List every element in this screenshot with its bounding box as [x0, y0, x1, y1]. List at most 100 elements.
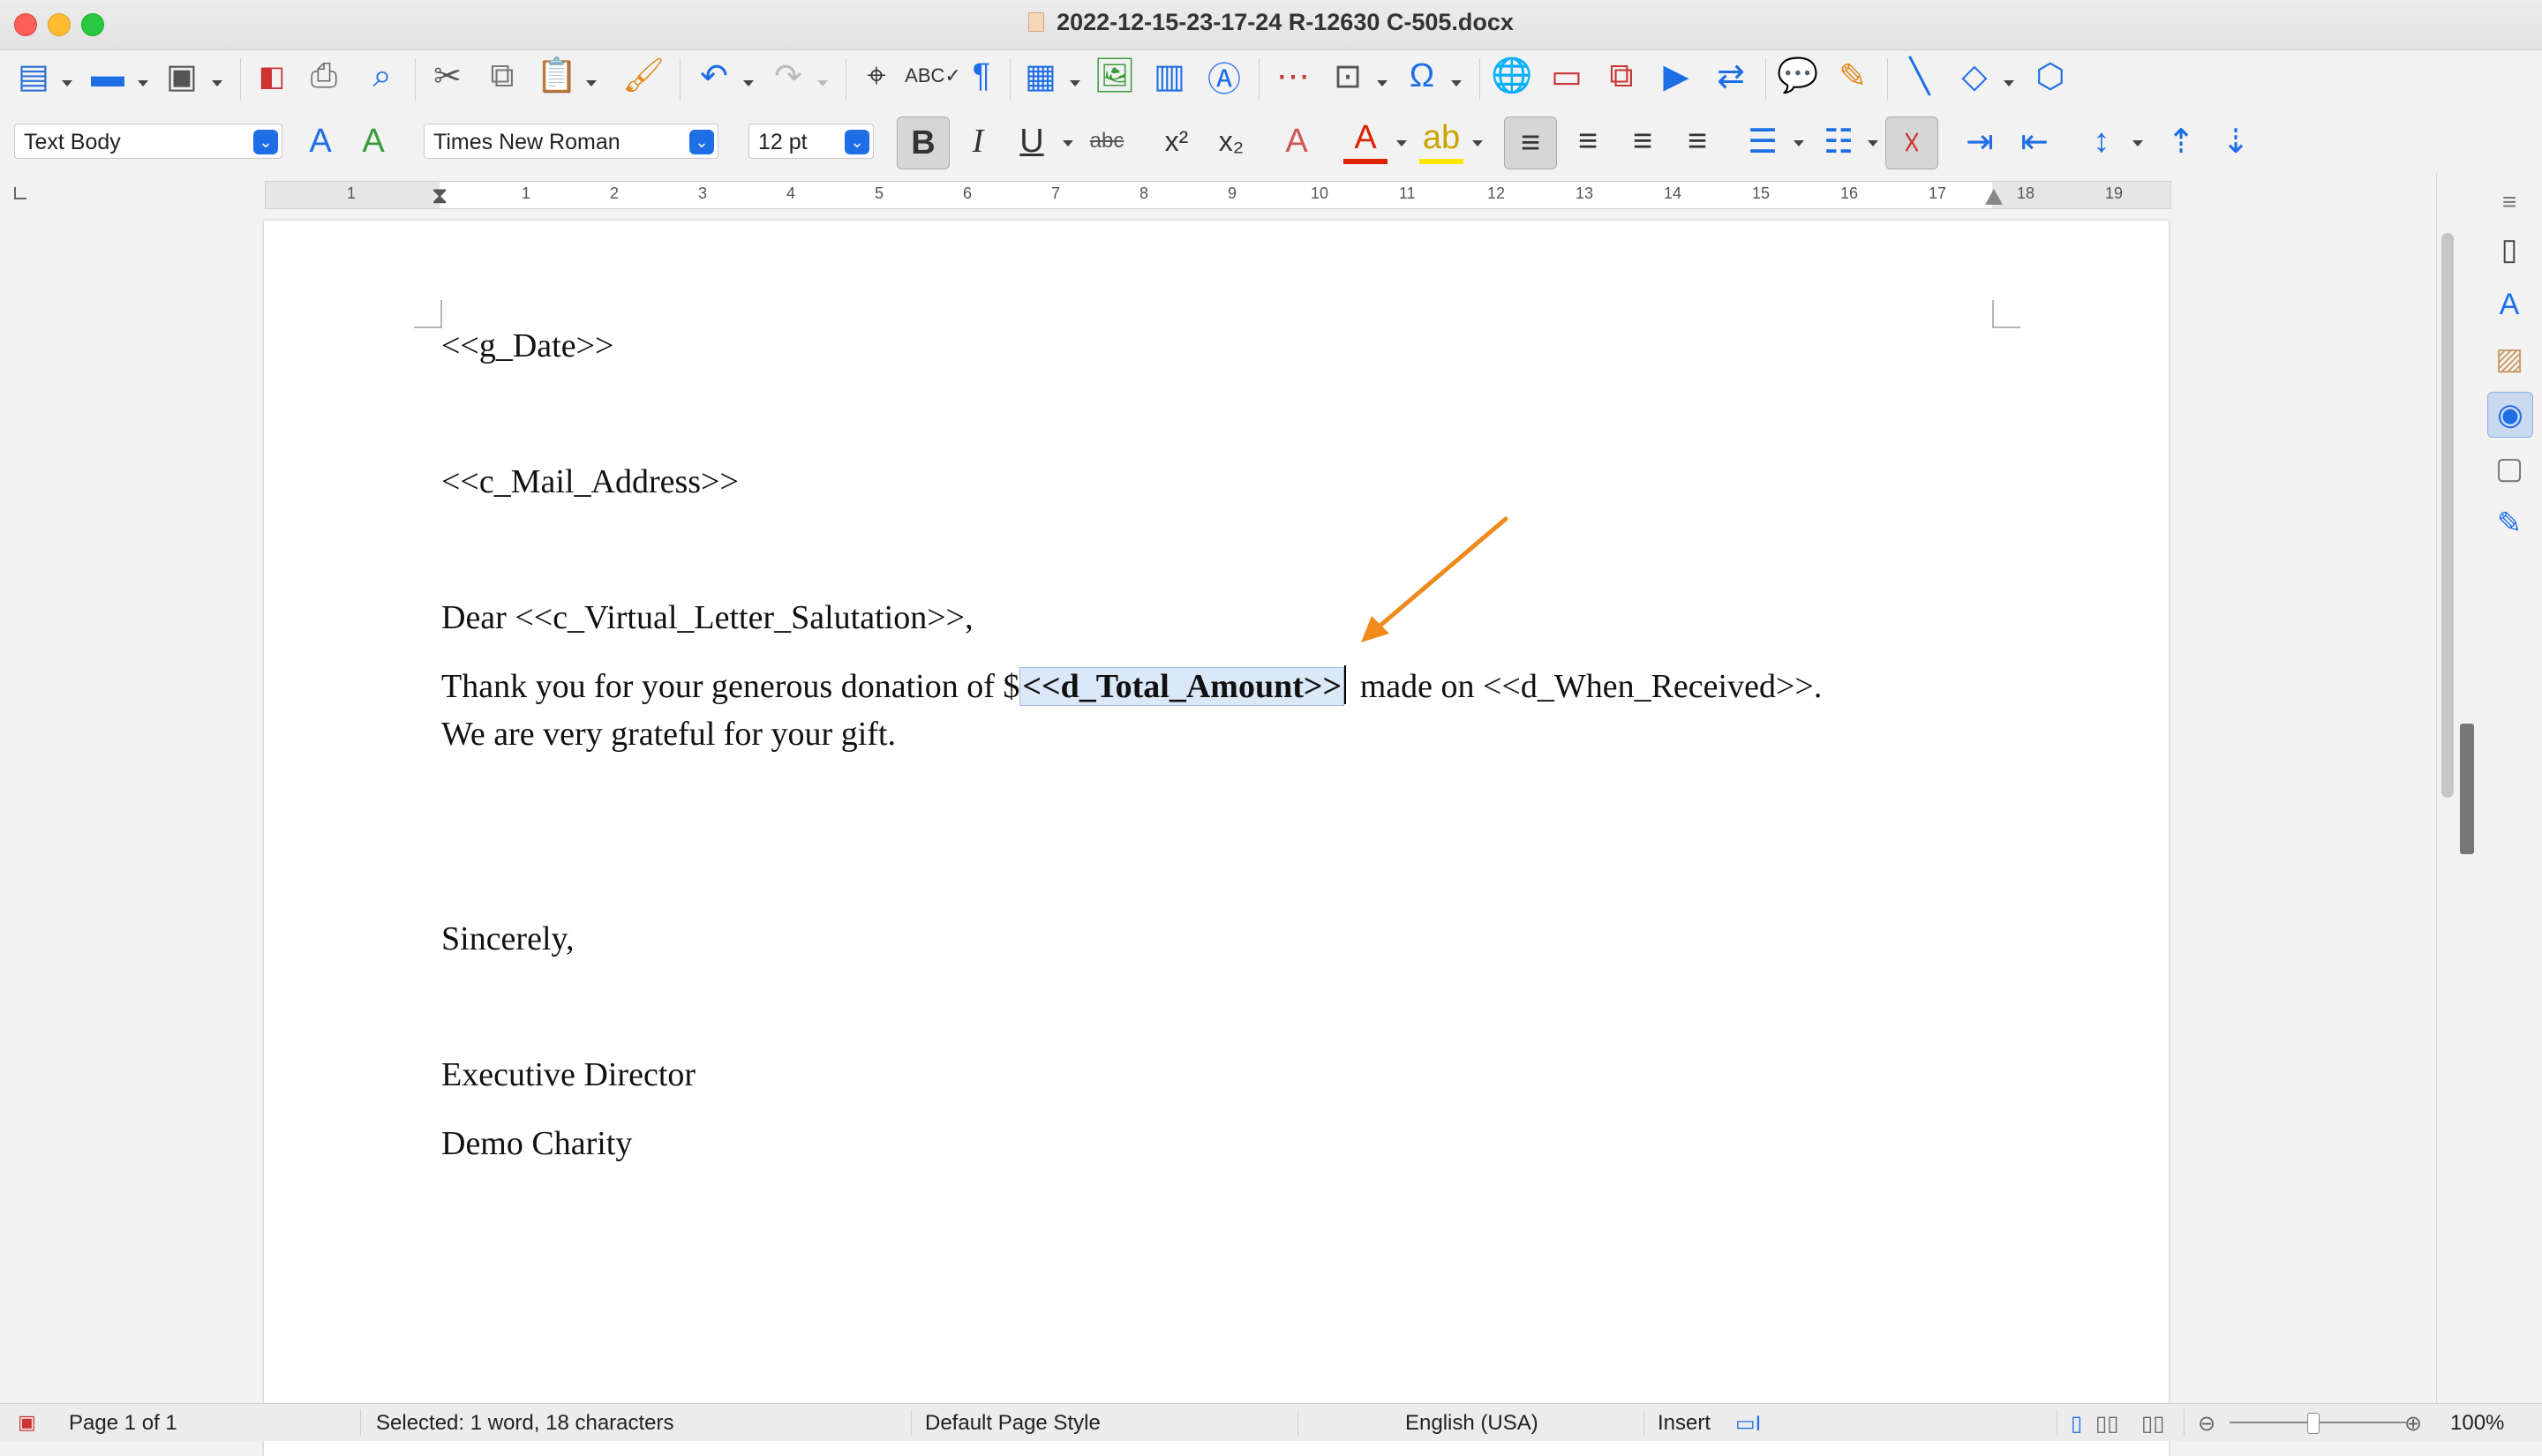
field-dropdown-arrow[interactable] — [1377, 80, 1388, 86]
paste-icon[interactable]: 📋 — [536, 51, 577, 101]
chevron-down-icon[interactable]: ⌄ — [253, 130, 278, 154]
sidebar-collapse-handle[interactable] — [2460, 724, 2474, 854]
highlight-dropdown-arrow[interactable] — [1472, 140, 1483, 146]
redo-icon[interactable]: ↷ — [768, 51, 808, 101]
insert-image-icon[interactable]: 🖼 — [1094, 51, 1136, 101]
new-document-icon[interactable]: ▤ — [16, 51, 51, 101]
date-field-line[interactable]: <<g_Date>> — [441, 326, 613, 365]
copy-icon[interactable]: ⧉ — [482, 51, 523, 101]
open-dropdown-arrow[interactable] — [138, 80, 148, 86]
align-left-button[interactable]: ≡ — [1504, 116, 1557, 169]
selected-total-amount-field[interactable]: <<d_Total_Amount>> — [1019, 667, 1345, 706]
page-break-icon[interactable]: ⋯ — [1273, 51, 1313, 101]
cut-icon[interactable]: ✂ — [427, 51, 468, 101]
font-name-select[interactable]: Times New Roman ⌄ — [424, 124, 718, 159]
italic-button[interactable]: I — [960, 116, 996, 166]
book-view-icon[interactable]: ▯▯ — [2141, 1411, 2164, 1437]
decrease-indent-button[interactable]: ⇤ — [2012, 116, 2057, 166]
increase-paragraph-spacing-button[interactable]: ⇡ — [2159, 116, 2203, 166]
insert-line-icon[interactable]: ╲ — [1899, 51, 1940, 101]
subscript-button[interactable]: x₂ — [1211, 116, 1252, 166]
footnote-icon[interactable]: ▭ — [1546, 51, 1587, 101]
unordered-list-dropdown-arrow[interactable] — [1794, 140, 1804, 146]
bold-button[interactable]: B — [897, 116, 950, 169]
right-indent-marker[interactable] — [1985, 189, 2003, 205]
track-changes-icon[interactable]: ✎ — [1832, 51, 1873, 101]
increase-indent-button[interactable]: ⇥ — [1958, 116, 2002, 166]
page-icon[interactable]: ▢ — [2487, 447, 2531, 491]
align-center-button[interactable]: ≡ — [1566, 116, 1610, 166]
properties-icon[interactable]: ▯ — [2487, 228, 2531, 272]
draw-functions-icon[interactable]: ⬡ — [2030, 51, 2071, 101]
page-count-status[interactable]: Page 1 of 1 — [69, 1411, 177, 1436]
left-indent-marker[interactable]: ⧗ — [432, 184, 447, 206]
horizontal-ruler[interactable]: 1 1 2 3 4 5 6 7 8 9 10 11 12 13 14 15 16… — [265, 181, 2171, 209]
undo-dropdown-arrow[interactable] — [743, 80, 754, 86]
insert-table-icon[interactable]: ▦ — [1020, 51, 1061, 101]
decrease-paragraph-spacing-button[interactable]: ⇣ — [2214, 116, 2258, 166]
new-style-icon[interactable]: A — [351, 116, 395, 166]
zoom-level-status[interactable]: 100% — [2450, 1411, 2504, 1436]
insert-chart-icon[interactable]: ▥ — [1149, 51, 1190, 101]
styles-icon[interactable]: A — [2487, 282, 2531, 326]
gallery-icon[interactable]: ▨ — [2487, 337, 2531, 381]
hyperlink-icon[interactable]: 🌐 — [1491, 51, 1532, 101]
find-replace-icon[interactable]: ⌖ — [856, 51, 897, 101]
multi-page-view-icon[interactable]: ▯▯ — [2095, 1411, 2118, 1437]
paste-dropdown-arrow[interactable] — [586, 80, 597, 86]
formatting-marks-icon[interactable]: ¶ — [964, 51, 999, 101]
print-icon[interactable]: ⎙ — [304, 51, 344, 101]
document-page[interactable] — [264, 221, 2169, 1456]
insert-field-icon[interactable]: ⊡ — [1327, 51, 1368, 101]
cross-reference-icon[interactable]: ⇄ — [1711, 51, 1751, 101]
undo-icon[interactable]: ↶ — [694, 51, 734, 101]
table-dropdown-arrow[interactable] — [1070, 80, 1080, 86]
closing-line[interactable]: Sincerely, — [441, 919, 575, 958]
update-style-icon[interactable]: A — [298, 116, 342, 166]
insert-text-box-icon[interactable]: Ⓐ — [1204, 51, 1245, 101]
tab-stop-type-icon[interactable] — [14, 187, 26, 199]
insert-mode-status[interactable]: Insert — [1658, 1411, 1711, 1436]
endnote-icon[interactable]: ⧉ — [1601, 51, 1642, 101]
zoom-in-icon[interactable]: ⊕ — [2404, 1411, 2422, 1437]
basic-shapes-icon[interactable]: ◇ — [1954, 51, 1995, 101]
zoom-slider-handle[interactable] — [2307, 1413, 2320, 1434]
chevron-down-icon[interactable]: ⌄ — [845, 130, 869, 154]
highlight-color-button[interactable]: ab — [1419, 116, 1463, 164]
clear-formatting-icon[interactable]: A — [1276, 116, 1317, 166]
paragraph-style-select[interactable]: Text Body ⌄ — [14, 124, 282, 159]
line-spacing-button[interactable]: ↕ — [2079, 116, 2124, 166]
style-inspector-icon[interactable]: ✎ — [2487, 501, 2531, 545]
document-modified-icon[interactable]: ▣ — [18, 1411, 36, 1434]
clone-formatting-icon[interactable]: 🖌 — [622, 51, 665, 101]
gratitude-line[interactable]: We are very grateful for your gift. — [441, 715, 896, 754]
font-color-dropdown-arrow[interactable] — [1396, 140, 1407, 146]
shapes-dropdown-arrow[interactable] — [2004, 80, 2014, 86]
ordered-list-button[interactable]: ☷ — [1816, 116, 1861, 166]
font-color-button[interactable]: A — [1343, 116, 1388, 164]
align-right-button[interactable]: ≡ — [1621, 116, 1665, 166]
font-size-select[interactable]: 12 pt ⌄ — [748, 124, 874, 159]
ordered-list-dropdown-arrow[interactable] — [1868, 140, 1878, 146]
redo-dropdown-arrow[interactable] — [817, 80, 828, 86]
mail-address-line[interactable]: <<c_Mail_Address>> — [441, 462, 739, 501]
line-spacing-dropdown-arrow[interactable] — [2132, 140, 2143, 146]
unordered-list-button[interactable]: ☰ — [1741, 116, 1785, 166]
language-status[interactable]: English (USA) — [1405, 1411, 1538, 1436]
sidebar-menu-icon[interactable]: ≡ — [2487, 180, 2531, 224]
new-dropdown-arrow[interactable] — [62, 80, 72, 86]
no-list-button[interactable]: ☓ — [1885, 116, 1938, 169]
export-pdf-icon[interactable]: ◧ — [254, 51, 290, 101]
navigator-icon[interactable]: ◉ — [2487, 392, 2533, 438]
spelling-icon[interactable]: ABC✓ — [905, 51, 961, 101]
page-style-status[interactable]: Default Page Style — [925, 1411, 1101, 1436]
save-icon[interactable]: ▣ — [162, 51, 201, 101]
superscript-button[interactable]: x² — [1156, 116, 1197, 166]
single-page-view-icon[interactable]: ▯ — [2071, 1411, 2082, 1437]
justify-button[interactable]: ≡ — [1675, 116, 1719, 166]
signer-title-line[interactable]: Executive Director — [441, 1055, 696, 1094]
open-folder-icon[interactable]: ▬ — [86, 51, 129, 101]
donation-paragraph-line[interactable]: Thank you for your generous donation of … — [441, 665, 1822, 706]
vertical-scroll-thumb[interactable] — [2441, 233, 2454, 798]
comment-icon[interactable]: 💬 — [1777, 51, 1818, 101]
